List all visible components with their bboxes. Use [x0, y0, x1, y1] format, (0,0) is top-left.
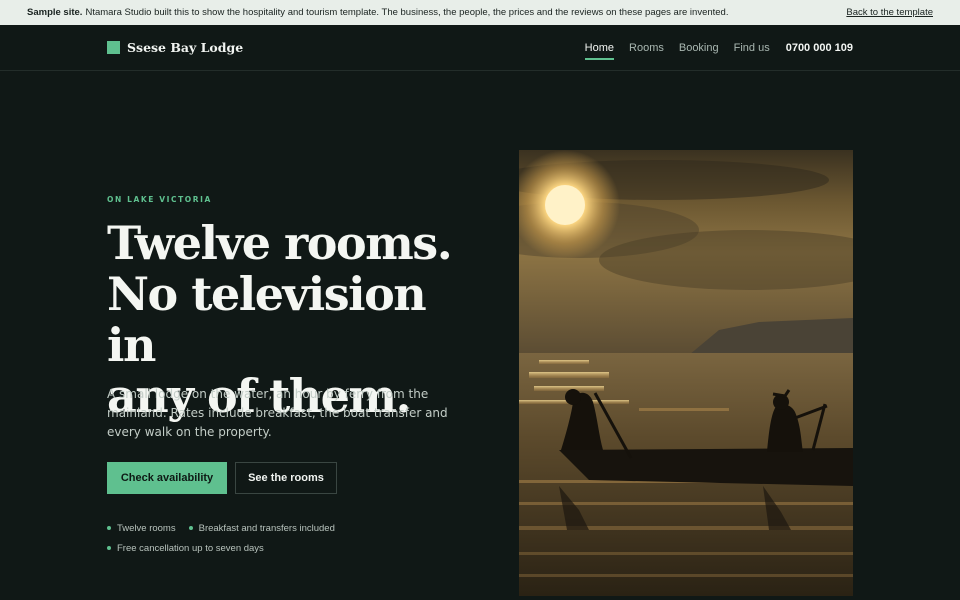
- perk-label: Free cancellation up to seven days: [117, 542, 264, 554]
- hero-eyebrow: ON LAKE VICTORIA: [107, 195, 212, 204]
- list-item: Free cancellation up to seven days: [107, 543, 264, 554]
- dot-icon: [107, 546, 111, 550]
- hero-lede: A small lodge on the water, an hour by f…: [107, 387, 448, 440]
- dot-icon: [188, 526, 193, 530]
- nav-item-find-us[interactable]: Find us: [734, 39, 770, 57]
- main-nav: Home Rooms Booking Find us 0700 000 109: [584, 39, 853, 60]
- dot-icon: [107, 526, 111, 530]
- phone-number[interactable]: 0700 000 109: [786, 42, 853, 54]
- notice-text: Ntamara Studio built this to show the ho…: [85, 7, 729, 18]
- hero-photo: [519, 150, 853, 596]
- notice-label: Sample site.: [27, 7, 83, 18]
- list-item: Twelve rooms: [107, 523, 176, 534]
- sample-site-notice: Sample site. Ntamara Studio built this t…: [0, 0, 960, 25]
- headline-line-2: No television in: [107, 267, 427, 372]
- check-availability-button[interactable]: Check availability: [107, 462, 227, 494]
- nav-item-home[interactable]: Home: [584, 39, 615, 60]
- back-to-template-link[interactable]: Back to the template: [846, 7, 933, 18]
- see-rooms-button[interactable]: See the rooms: [235, 462, 337, 494]
- nav-item-rooms[interactable]: Rooms: [629, 39, 664, 57]
- perks-list: Twelve rooms Breakfast and transfers inc…: [107, 518, 367, 558]
- list-item: Breakfast and transfers included: [188, 522, 335, 534]
- site-header: Ssese Bay Lodge Home Rooms Booking Find …: [0, 25, 960, 71]
- lake-sunset-canoe-image: [519, 150, 853, 596]
- nav-item-booking[interactable]: Booking: [679, 39, 719, 57]
- headline-line-1: Twelve rooms.: [107, 216, 453, 270]
- square-logo-icon: [107, 41, 120, 54]
- brand-logo[interactable]: Ssese Bay Lodge: [107, 40, 243, 55]
- perk-label: Breakfast and transfers included: [198, 522, 335, 534]
- brand-name: Ssese Bay Lodge: [127, 40, 244, 55]
- perk-label: Twelve rooms: [117, 522, 176, 534]
